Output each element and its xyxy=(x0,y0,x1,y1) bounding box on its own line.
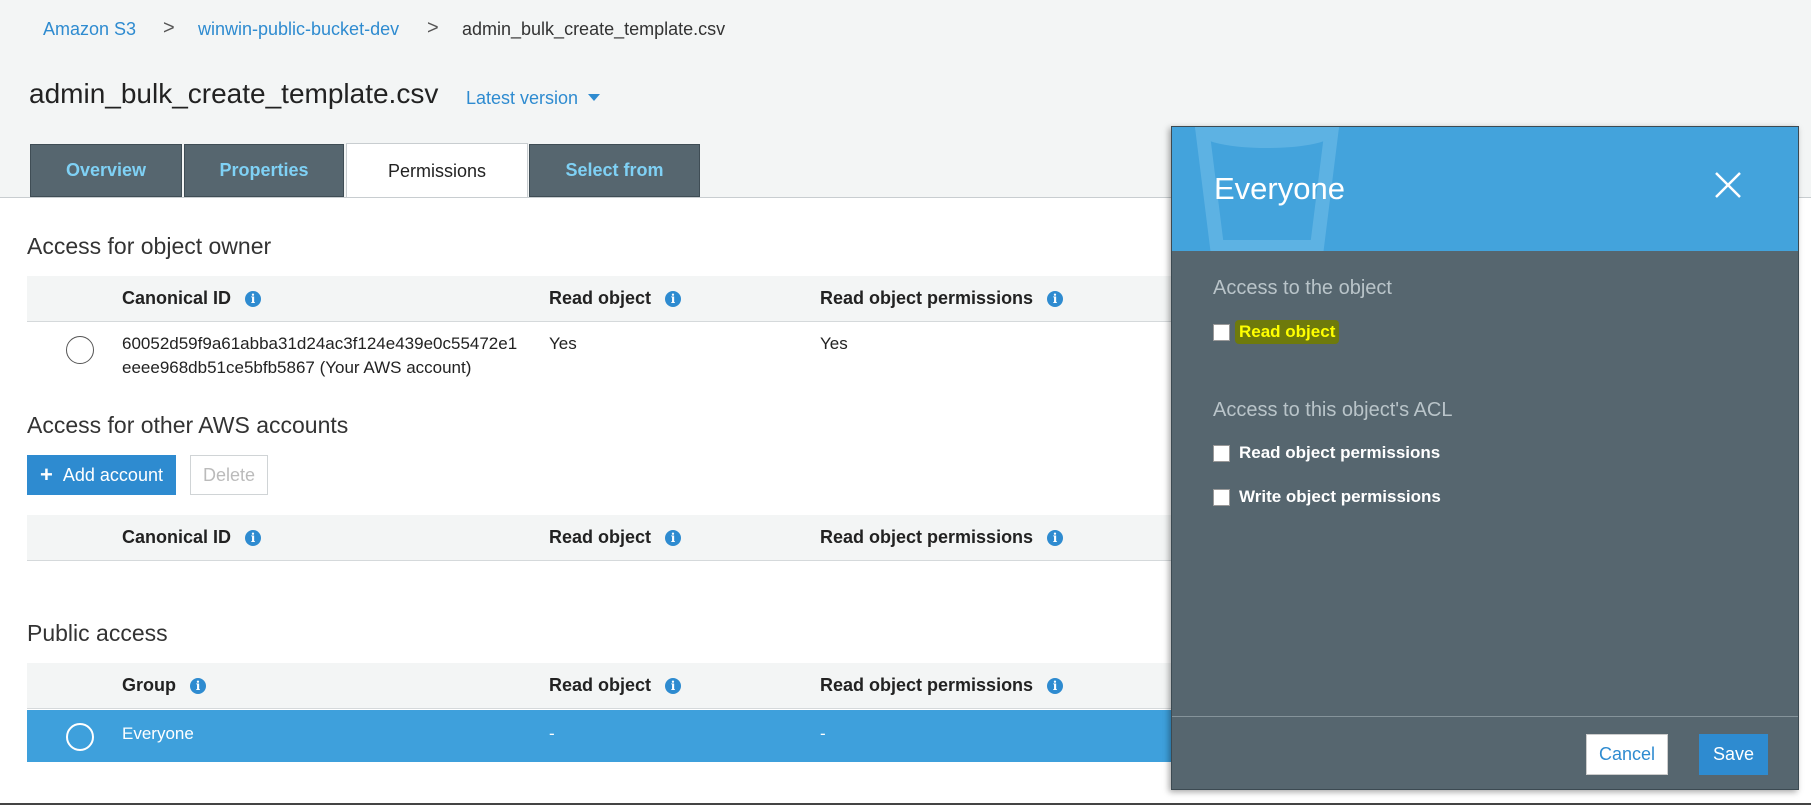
public-access-section-title: Public access xyxy=(27,620,168,646)
everyone-read-permissions: - xyxy=(820,724,826,743)
breadcrumb-amazon-s3[interactable]: Amazon S3 xyxy=(43,19,136,40)
everyone-row-radio[interactable] xyxy=(66,723,94,751)
cancel-button[interactable]: Cancel xyxy=(1586,734,1668,775)
breadcrumb-separator: > xyxy=(427,17,439,39)
everyone-read-object: - xyxy=(549,724,555,743)
plus-icon: + xyxy=(40,462,53,487)
close-icon[interactable] xyxy=(1712,169,1744,201)
breadcrumb-separator: > xyxy=(163,17,175,39)
write-permissions-checkbox-row[interactable]: Write object permissions xyxy=(1213,487,1441,507)
tab-properties[interactable]: Properties xyxy=(184,144,344,197)
canonical-id-line: eeee968db51ce5bfb5867 (Your AWS account) xyxy=(122,358,472,377)
everyone-table-row[interactable]: Everyone - - xyxy=(27,710,1207,762)
owner-read-object: Yes xyxy=(549,334,577,353)
read-permissions-label: Read object permissions xyxy=(1239,443,1441,462)
tab-permissions[interactable]: Permissions xyxy=(346,143,528,198)
column-header: Read object permissions i xyxy=(820,527,1064,548)
info-icon[interactable]: i xyxy=(1047,677,1064,694)
read-object-checkbox[interactable] xyxy=(1213,323,1230,341)
write-permissions-checkbox[interactable] xyxy=(1213,488,1230,506)
everyone-permissions-panel: Everyone Access to the object Read objec… xyxy=(1171,126,1799,790)
read-permissions-checkbox[interactable] xyxy=(1213,444,1230,462)
column-header: Read object i xyxy=(549,675,682,696)
version-dropdown-label: Latest version xyxy=(466,88,579,108)
public-access-table-header: Group i Read object i Read object permissi… xyxy=(27,663,1207,709)
info-icon[interactable]: i xyxy=(190,677,206,694)
info-icon[interactable]: i xyxy=(665,290,682,307)
info-icon[interactable]: i xyxy=(665,529,682,546)
canonical-id-line: 60052d59f9a61abba31d24ac3f124e439e0c5547… xyxy=(122,334,518,353)
column-header: Canonical ID i xyxy=(122,527,262,548)
save-button[interactable]: Save xyxy=(1699,734,1768,775)
object-access-section-title: Access to the object xyxy=(1213,277,1392,299)
tab-select-from[interactable]: Select from xyxy=(529,144,700,197)
column-header-label: Read object permissions xyxy=(820,288,1034,308)
read-object-label: Read object xyxy=(1235,320,1340,344)
column-header-label: Read object xyxy=(549,675,652,695)
page-title: admin_bulk_create_template.csv xyxy=(29,78,439,109)
column-header-label: Group xyxy=(122,675,176,695)
column-header: Read object i xyxy=(549,527,682,548)
read-object-checkbox-row[interactable]: Read object xyxy=(1213,320,1340,344)
add-account-label: Add account xyxy=(62,464,163,485)
column-header: Canonical ID i xyxy=(122,288,262,309)
info-icon[interactable]: i xyxy=(245,290,262,307)
owner-read-permissions: Yes xyxy=(820,334,848,353)
other-accounts-table-header: Canonical ID i Read object i Read object p… xyxy=(27,515,1207,561)
info-icon[interactable]: i xyxy=(1047,290,1064,307)
owner-table-header: Canonical ID i Read object i Read object p… xyxy=(27,276,1207,322)
owner-canonical-id: 60052d59f9a61abba31d24ac3f124e439e0c5547… xyxy=(122,332,517,380)
column-header-label: Canonical ID xyxy=(122,288,232,308)
info-icon[interactable]: i xyxy=(665,677,682,694)
tab-overview[interactable]: Overview xyxy=(30,144,182,197)
write-permissions-label: Write object permissions xyxy=(1239,487,1441,506)
read-permissions-checkbox-row[interactable]: Read object permissions xyxy=(1213,443,1440,463)
panel-title: Everyone xyxy=(1214,171,1345,206)
breadcrumb-bucket[interactable]: winwin-public-bucket-dev xyxy=(198,19,399,40)
panel-footer-divider xyxy=(1172,716,1798,717)
column-header: Read object permissions i xyxy=(820,675,1064,696)
panel-header: Everyone xyxy=(1172,127,1798,251)
caret-down-icon xyxy=(588,93,601,101)
column-header-label: Read object xyxy=(549,527,652,547)
column-header: Group i xyxy=(122,675,206,696)
owner-row-radio[interactable] xyxy=(66,336,94,364)
add-account-button[interactable]: + Add account xyxy=(27,455,176,495)
breadcrumb-current-object: admin_bulk_create_template.csv xyxy=(462,19,726,39)
acl-access-section-title: Access to this object's ACL xyxy=(1213,399,1453,421)
everyone-group-name: Everyone xyxy=(122,724,194,743)
column-header-label: Canonical ID xyxy=(122,527,232,547)
other-accounts-section-title: Access for other AWS accounts xyxy=(27,412,349,438)
delete-button[interactable]: Delete xyxy=(190,455,268,495)
column-header-label: Read object xyxy=(549,288,652,308)
column-header: Read object permissions i xyxy=(820,288,1064,309)
owner-section-title: Access for object owner xyxy=(27,233,272,259)
info-icon[interactable]: i xyxy=(245,529,262,546)
version-dropdown[interactable]: Latest version xyxy=(466,88,601,109)
column-header: Read object i xyxy=(549,288,682,309)
column-header-label: Read object permissions xyxy=(820,675,1034,695)
column-header-label: Read object permissions xyxy=(820,527,1034,547)
info-icon[interactable]: i xyxy=(1047,529,1064,546)
